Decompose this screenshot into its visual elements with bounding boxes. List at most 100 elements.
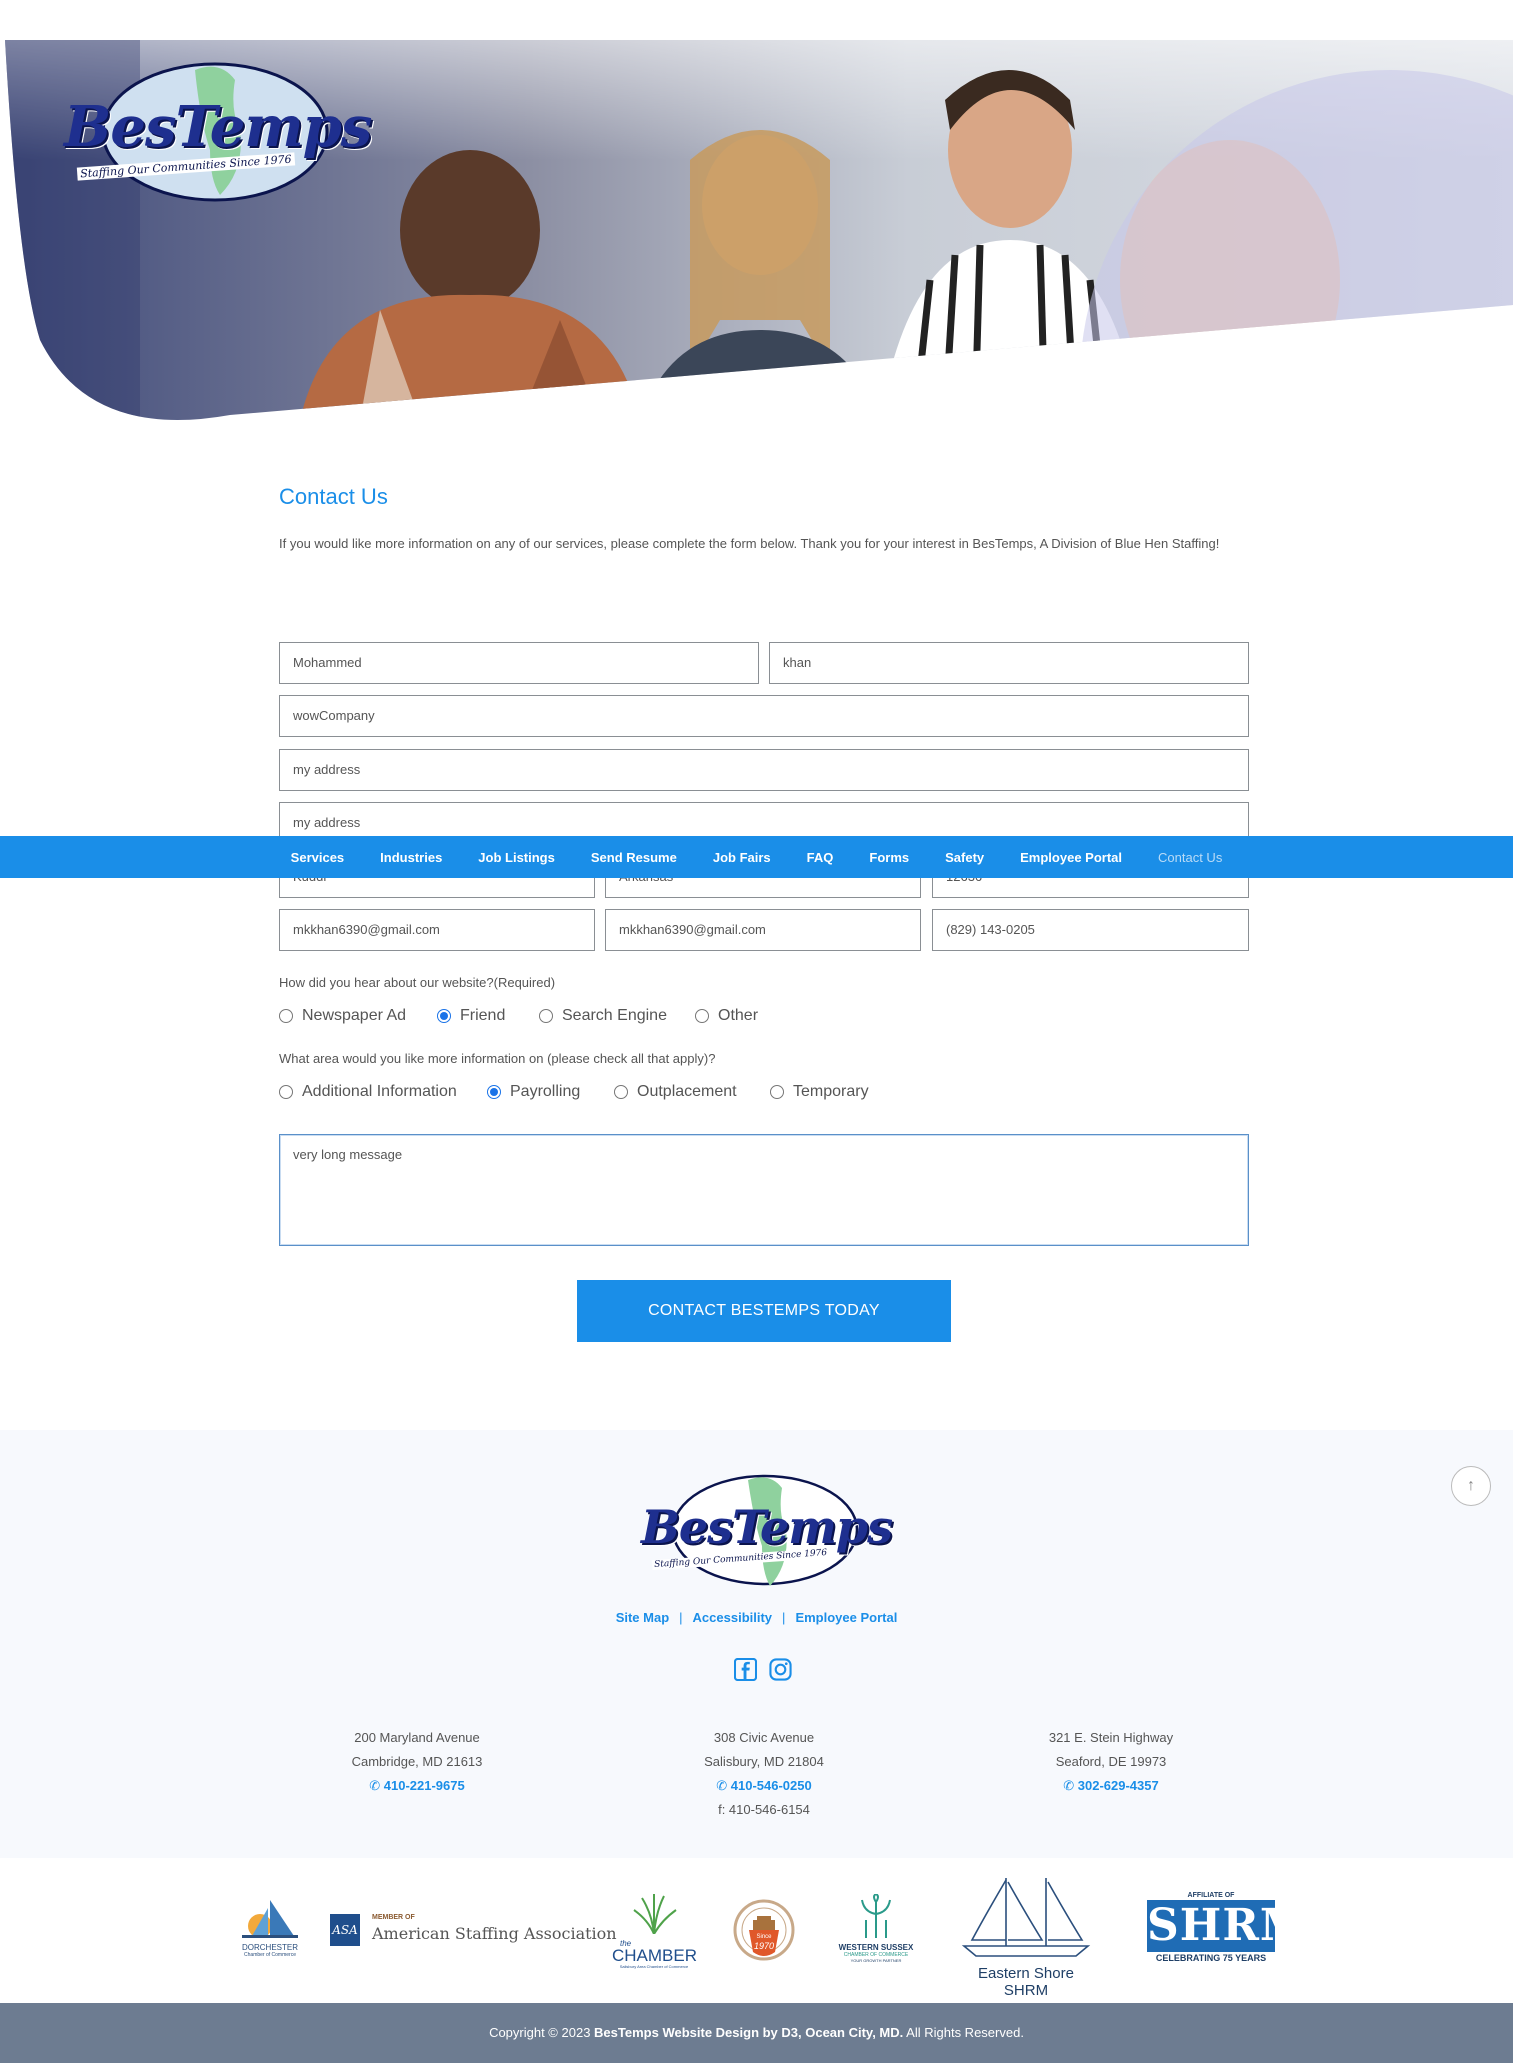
asa-badge: ASA [330, 1914, 360, 1946]
seal-since: Since [756, 1934, 772, 1940]
phone-number: 410-221-9675 [383, 1778, 465, 1793]
nav-item-safety[interactable]: Safety [945, 850, 984, 865]
address-street: 200 Maryland Avenue [354, 1730, 480, 1745]
seal-icon [733, 1899, 795, 1961]
address-city: Salisbury, MD 21804 [704, 1754, 824, 1769]
radio-label: Additional Information [302, 1083, 457, 1100]
email-field[interactable]: mkkhan6390@gmail.com [279, 909, 595, 951]
western-sussex-tag: YOUR GROWTH PARTNER [850, 1958, 902, 1963]
intro-text: If you would like more information on an… [279, 536, 1220, 551]
plant-icon [861, 1892, 891, 1938]
footer-link-site-map[interactable]: Site Map [616, 1610, 669, 1625]
link-separator: | [782, 1610, 786, 1625]
footer-link-employee-portal[interactable]: Employee Portal [795, 1610, 897, 1625]
address-city: Cambridge, MD 21613 [351, 1754, 483, 1769]
radio-label: Temporary [793, 1083, 869, 1100]
salisbury-chamber-seal[interactable]: Since 1970 [733, 1890, 795, 1970]
radio-label: Payrolling [510, 1083, 581, 1100]
footer-link-accessibility[interactable]: Accessibility [693, 1610, 773, 1625]
location-seaford: 321 E. Stein Highway Seaford, DE 19973 ✆… [961, 1726, 1261, 1798]
nav-item-faq[interactable]: FAQ [807, 850, 834, 865]
radio-friend[interactable]: Friend [437, 1007, 505, 1025]
company-field[interactable]: wowCompany [279, 695, 1249, 737]
link-separator: | [679, 1610, 683, 1625]
address-line1-field[interactable]: my address [279, 749, 1249, 791]
radio-button[interactable] [770, 1085, 784, 1099]
footer-logo[interactable]: BesTemps Staffing Our Communities Since … [640, 1474, 893, 1594]
radio-button-selected[interactable] [487, 1085, 501, 1099]
phone-field[interactable]: (829) 143-0205 [932, 909, 1249, 951]
copyright-credit-link[interactable]: BesTemps Website Design by D3, Ocean Cit… [594, 2025, 903, 2040]
radio-label: Friend [460, 1007, 506, 1024]
radio-button[interactable] [695, 1009, 709, 1023]
dorchester-sub: Chamber of Commerce [244, 1952, 296, 1958]
radio-additional-information[interactable]: Additional Information [279, 1083, 457, 1101]
shrm-affiliate-logo[interactable]: AFFILIATE OF SHRM CELEBRATING 75 YEARS [1140, 1892, 1310, 1972]
instagram-icon[interactable] [769, 1658, 792, 1681]
hero-banner: BesTemps Staffing Our Communities Since … [0, 40, 1513, 420]
address-street: 321 E. Stein Highway [1048, 1730, 1174, 1745]
radio-button[interactable] [614, 1085, 628, 1099]
copyright-bar: Copyright © 2023 BesTemps Website Design… [0, 2003, 1513, 2063]
nav-item-employee-portal[interactable]: Employee Portal [1020, 850, 1122, 865]
facebook-icon[interactable] [734, 1658, 757, 1681]
back-to-top-button[interactable]: ↑ [1451, 1466, 1491, 1506]
first-name-field[interactable]: Mohammed [279, 642, 759, 684]
asa-logo[interactable]: ASA MEMBER OF American Staffing Associat… [330, 1914, 617, 1954]
footer: ↑ BesTemps Staffing Our Communities Sinc… [0, 1430, 1513, 1858]
confirm-email-field[interactable]: mkkhan6390@gmail.com [605, 909, 921, 951]
western-sussex-chamber-logo[interactable]: WESTERN SUSSEX CHAMBER OF COMMERCE YOUR … [834, 1892, 918, 1968]
partner-logos: DORCHESTER Chamber of Commerce ASA MEMBE… [0, 1858, 1513, 2003]
copyright-suffix: All Rights Reserved. [906, 2025, 1024, 2040]
nav-item-industries[interactable]: Industries [380, 850, 442, 865]
radio-other[interactable]: Other [695, 1007, 758, 1025]
radio-label: Outplacement [637, 1083, 737, 1100]
radio-button[interactable] [279, 1085, 293, 1099]
dorchester-chamber-logo[interactable]: DORCHESTER Chamber of Commerce [238, 1898, 302, 1958]
radio-search-engine[interactable]: Search Engine [539, 1007, 667, 1025]
shrm-sub-label: CELEBRATING 75 YEARS [1155, 1953, 1267, 1963]
submit-button[interactable]: CONTACT BESTEMPS TODAY [577, 1280, 951, 1342]
shrm-top-label: AFFILIATE OF [1187, 1892, 1235, 1899]
chamber-name: CHAMBER [612, 1946, 698, 1965]
sailboat-icon [961, 1878, 1091, 1957]
shrm-wordmark: SHRM [1147, 1900, 1310, 1952]
asa-member-label: MEMBER OF [372, 1914, 415, 1921]
radio-label: Search Engine [562, 1007, 667, 1024]
nav-item-services[interactable]: Services [291, 850, 345, 865]
phone-link[interactable]: ✆ 410-221-9675 [267, 1774, 567, 1798]
nav-item-job-fairs[interactable]: Job Fairs [713, 850, 771, 865]
nav-item-forms[interactable]: Forms [869, 850, 909, 865]
message-textarea[interactable]: very long message [279, 1134, 1249, 1246]
phone-link[interactable]: ✆ 302-629-4357 [961, 1774, 1261, 1798]
nav-item-contact-us[interactable]: Contact Us [1158, 850, 1222, 865]
fax-number: f: 410-546-6154 [718, 1802, 810, 1817]
social-links [734, 1658, 792, 1681]
radio-button[interactable] [279, 1009, 293, 1023]
referral-question-label: How did you hear about our website?(Requ… [279, 975, 556, 990]
radio-outplacement[interactable]: Outplacement [614, 1083, 737, 1101]
asa-name: American Staffing Association [372, 1924, 617, 1943]
header-logo[interactable]: BesTemps Staffing Our Communities Since … [60, 60, 372, 210]
phone-number: 302-629-4357 [1077, 1778, 1159, 1793]
last-name-field[interactable]: khan [769, 642, 1249, 684]
page-title: Contact Us [279, 484, 388, 509]
phone-number: 410-546-0250 [730, 1778, 812, 1793]
interest-question-label: What area would you like more informatio… [279, 1051, 716, 1066]
radio-newspaper-ad[interactable]: Newspaper Ad [279, 1007, 406, 1025]
logo-text: BesTemps [64, 94, 372, 160]
address-city: Seaford, DE 19973 [1055, 1754, 1167, 1769]
seal-year: 1970 [753, 1941, 775, 1951]
radio-button-selected[interactable] [437, 1009, 451, 1023]
nav-item-send-resume[interactable]: Send Resume [591, 850, 677, 865]
nav-item-job-listings[interactable]: Job Listings [478, 850, 555, 865]
main-nav: Services Industries Job Listings Send Re… [0, 836, 1513, 878]
radio-button[interactable] [539, 1009, 553, 1023]
radio-payrolling[interactable]: Payrolling [487, 1083, 580, 1101]
footer-links: Site Map | Accessibility | Employee Portal [0, 1610, 1513, 1625]
eastern-shore-shrm-logo[interactable]: Eastern Shore SHRM [956, 1874, 1096, 1999]
the-chamber-logo[interactable]: the CHAMBER Salisbury Area Chamber of Co… [612, 1894, 698, 1970]
phone-link[interactable]: ✆ 410-546-0250 [614, 1774, 914, 1798]
radio-temporary[interactable]: Temporary [770, 1083, 869, 1101]
radio-label: Newspaper Ad [302, 1007, 407, 1024]
